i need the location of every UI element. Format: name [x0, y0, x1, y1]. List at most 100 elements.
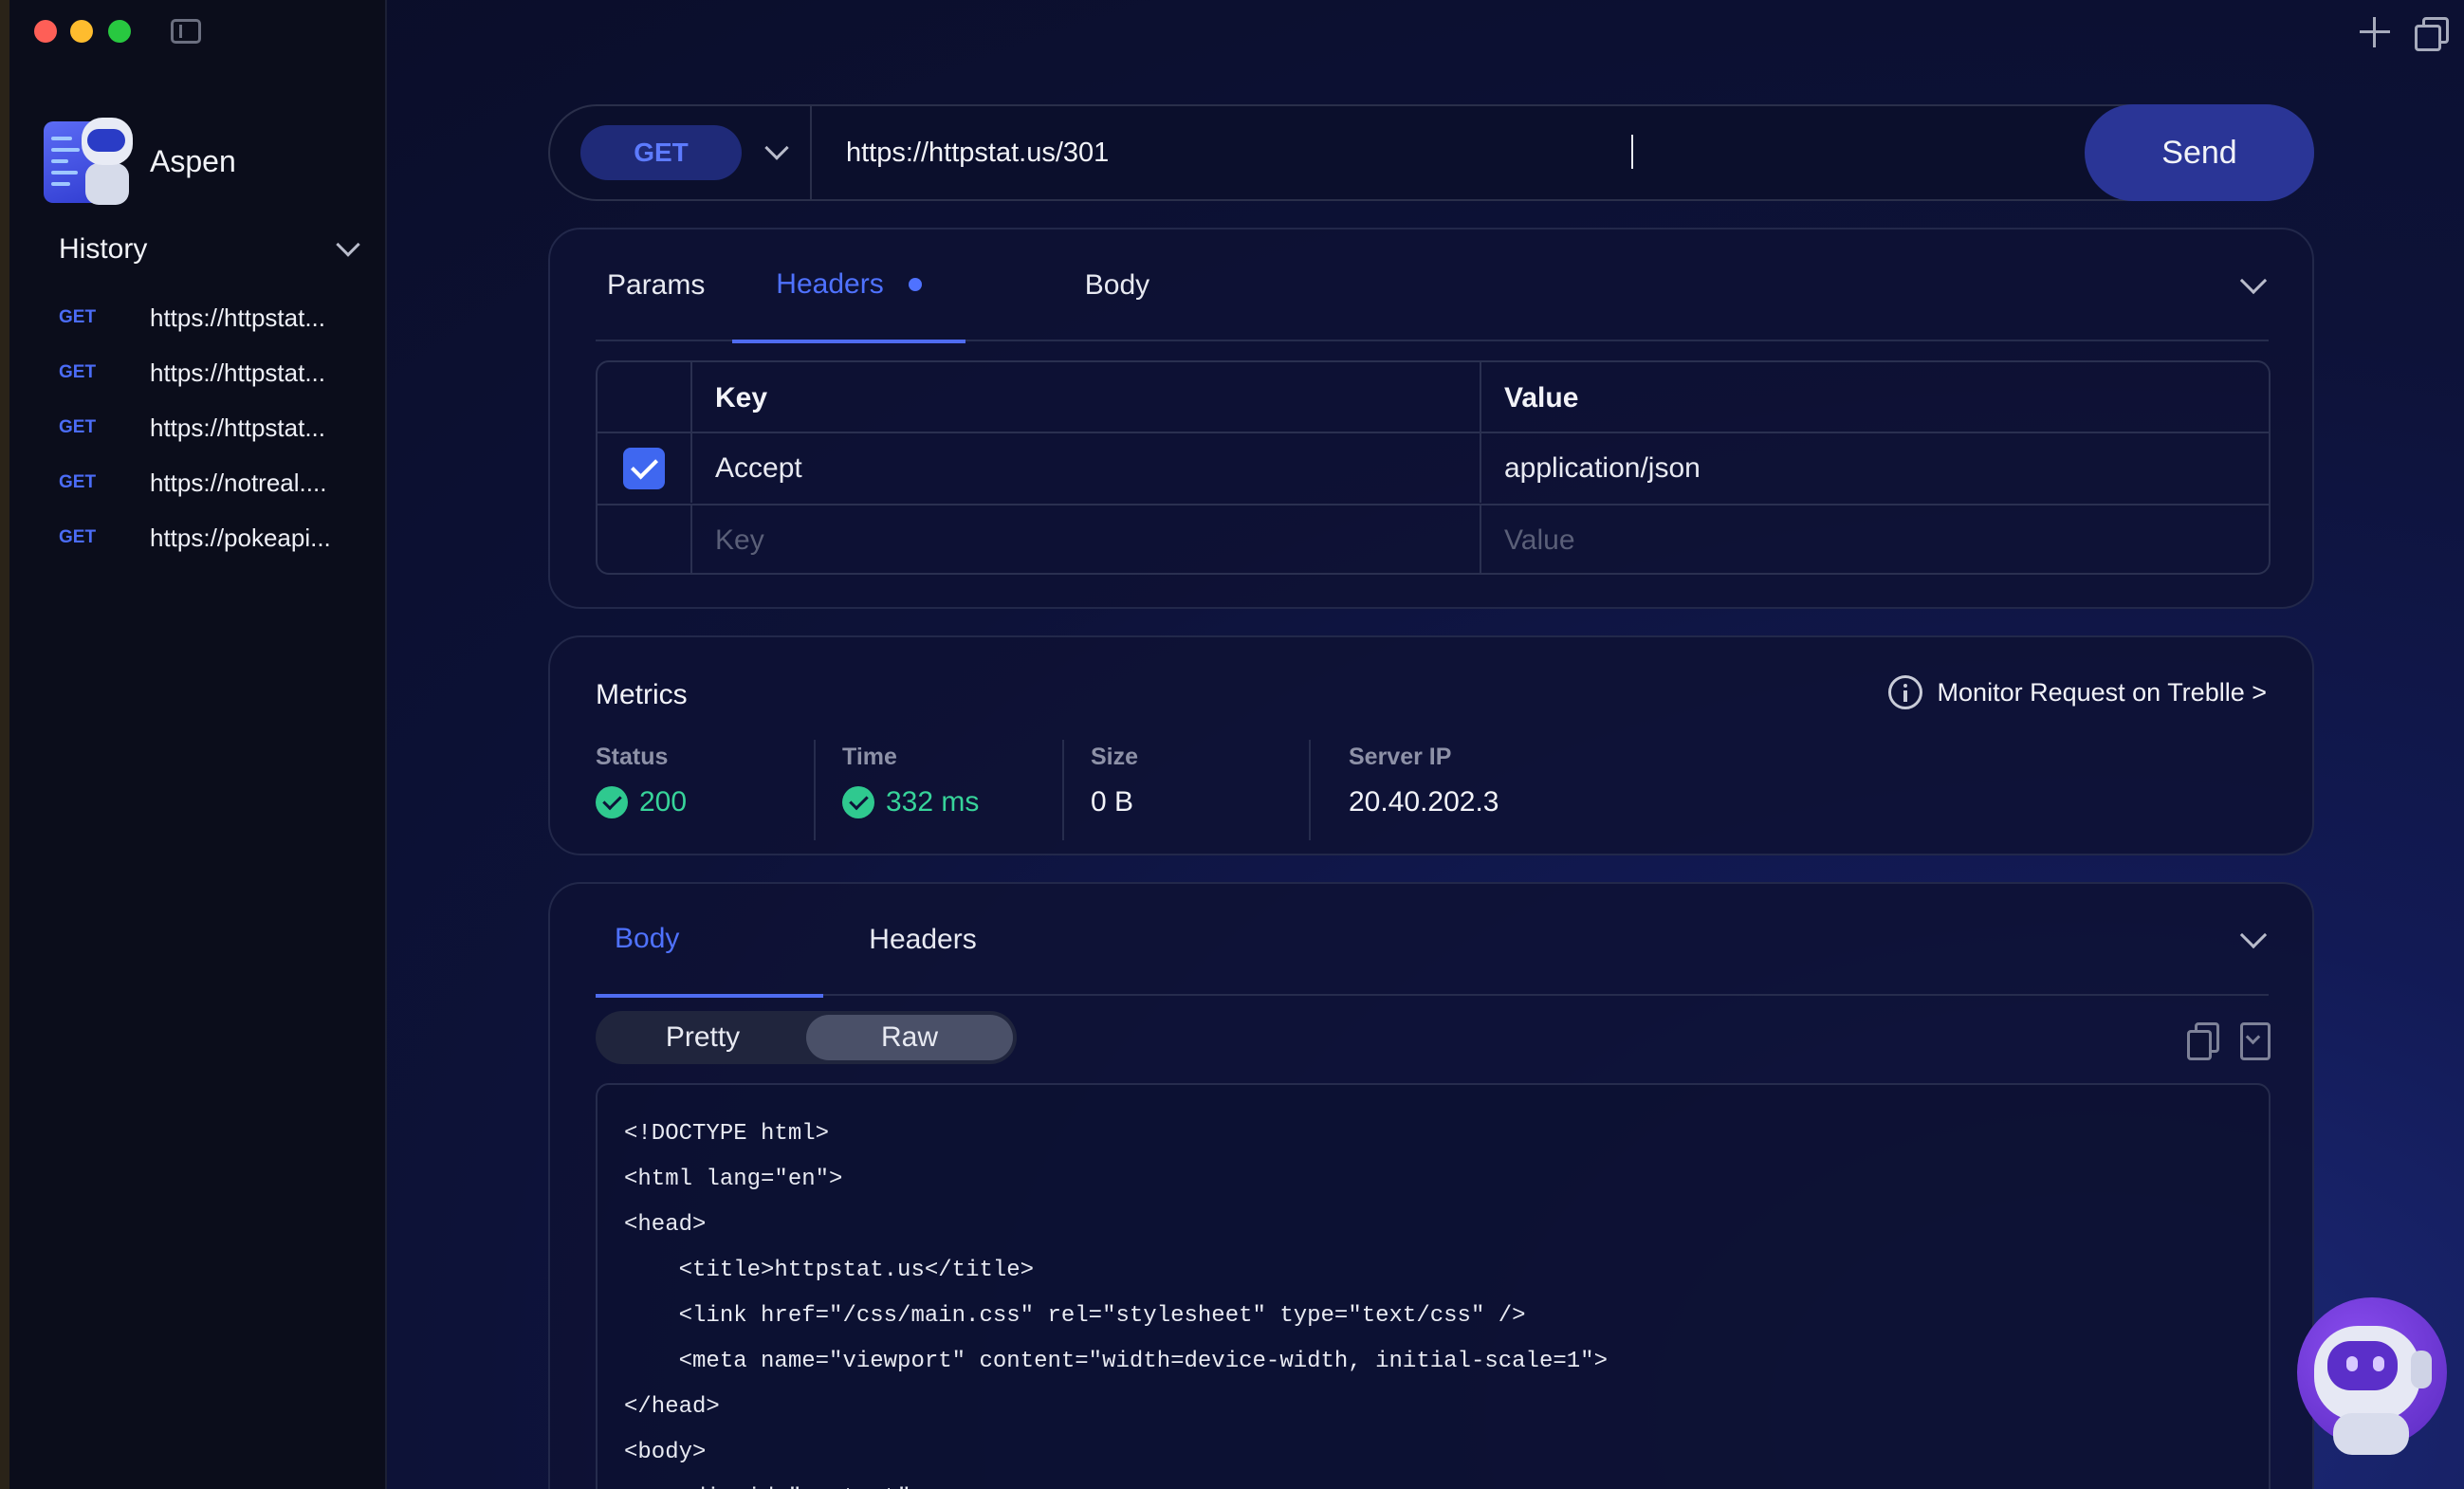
table-row-new	[598, 504, 2269, 573]
history-method: GET	[59, 417, 97, 437]
method-select[interactable]: GET	[580, 125, 742, 180]
chevron-down-icon[interactable]	[764, 136, 789, 160]
code-line: <title>httpstat.us</title>	[624, 1258, 1035, 1283]
response-tabs: Body Headers	[596, 884, 2269, 998]
server-ip: 20.40.202.3	[1349, 786, 1499, 818]
history-title: History	[59, 233, 148, 265]
minimize-window-button[interactable]	[70, 20, 93, 43]
app-window: Aspen History GET https://httpstat... GE…	[9, 0, 2464, 1489]
history-item[interactable]: GET https://notreal....	[59, 455, 372, 510]
app-name: Aspen	[150, 143, 236, 178]
close-window-button[interactable]	[34, 20, 57, 43]
history-method: GET	[59, 362, 97, 382]
metric-label: Status	[596, 744, 669, 770]
pretty-toggle[interactable]: Pretty	[599, 1015, 806, 1060]
metric-divider	[1309, 740, 1311, 840]
new-value-cell	[1481, 506, 2269, 573]
text-caret	[1631, 135, 1633, 169]
header-value-cell[interactable]: application/json	[1481, 433, 2269, 503]
code-line: <div id="content">	[624, 1476, 2269, 1489]
new-value-input[interactable]	[1504, 524, 2196, 557]
metric-divider	[1062, 740, 1064, 840]
metric-divider	[814, 740, 816, 840]
download-icon[interactable]	[2238, 1022, 2271, 1060]
metric-server-ip: Server IP 20.40.202.3	[1349, 744, 1499, 838]
table-header-row: Key Value	[598, 362, 2269, 433]
tab-response-headers[interactable]: Headers	[833, 884, 1013, 996]
code-line: <!DOCTYPE html>	[624, 1121, 830, 1147]
tab-headers[interactable]: Headers	[732, 230, 965, 343]
unsaved-indicator-dot	[908, 278, 922, 291]
code-line: <body>	[624, 1440, 707, 1465]
new-request-plus-icon[interactable]	[2360, 17, 2390, 47]
history-url: https://httpstat...	[150, 413, 325, 442]
header-key: Accept	[715, 451, 802, 484]
sidebar-toggle-icon[interactable]	[171, 19, 201, 44]
new-key-input[interactable]	[715, 524, 1404, 557]
tab-label: Params	[607, 269, 706, 301]
response-body-code: <!DOCTYPE html> <html lang="en"> <head> …	[596, 1083, 2271, 1489]
checkbox-column-header	[598, 362, 692, 433]
assistant-mascot-icon[interactable]	[2286, 1297, 2453, 1464]
column-header-key: Key	[692, 362, 1481, 433]
copy-clipboard-icon[interactable]	[2187, 1022, 2219, 1060]
history-item[interactable]: GET https://pokeapi...	[59, 510, 372, 565]
raw-toggle[interactable]: Raw	[806, 1015, 1013, 1060]
info-icon	[1887, 675, 1922, 709]
history-item[interactable]: GET https://httpstat...	[59, 400, 372, 455]
history-method: GET	[59, 472, 97, 492]
chevron-down-icon[interactable]	[336, 232, 360, 257]
tab-label: Body	[1084, 269, 1150, 301]
history-list: GET https://httpstat... GET https://http…	[59, 290, 372, 565]
metric-label: Size	[1091, 744, 1139, 770]
monitor-link-label: Monitor Request on Treblle >	[1937, 677, 2267, 707]
history-url: https://pokeapi...	[150, 523, 331, 552]
header-key-cell[interactable]: Accept	[692, 433, 1481, 503]
history-header[interactable]: History	[59, 232, 362, 266]
metric-time: Time 332 ms	[842, 744, 979, 838]
metric-value: 0 B	[1091, 786, 1138, 818]
history-item[interactable]: GET https://httpstat...	[59, 290, 372, 345]
send-button[interactable]: Send	[2085, 104, 2314, 201]
metric-label: Time	[842, 744, 897, 770]
code-line: <link href="/css/main.css" rel="styleshe…	[624, 1303, 1526, 1329]
history-url: https://httpstat...	[150, 303, 325, 332]
history-item[interactable]: GET https://httpstat...	[59, 345, 372, 400]
request-url-bar: GET Send	[548, 104, 2314, 201]
metrics-panel: Metrics Monitor Request on Treblle > Sta…	[548, 635, 2314, 855]
new-key-cell	[692, 506, 1481, 573]
code-line: <meta name="viewport" content="width=dev…	[624, 1349, 1608, 1374]
code-line: </head>	[624, 1394, 720, 1420]
code-line: <html lang="en">	[624, 1167, 843, 1192]
sidebar: Aspen History GET https://httpstat... GE…	[9, 0, 387, 1489]
row-enabled-checkbox[interactable]	[623, 447, 665, 489]
history-method: GET	[59, 307, 97, 327]
monitor-request-link[interactable]: Monitor Request on Treblle >	[1887, 675, 2267, 709]
tab-label: Headers	[776, 268, 884, 300]
table-row: Accept application/json	[598, 432, 2269, 503]
tab-response-body[interactable]: Body	[596, 884, 823, 998]
response-size: 0 B	[1091, 786, 1134, 818]
metrics-title: Metrics	[596, 679, 688, 710]
code-line: <head>	[624, 1212, 707, 1238]
row-enabled-cell	[598, 433, 692, 503]
new-window-icon[interactable]	[2415, 17, 2449, 51]
response-panel: Body Headers Pretty Raw <!DOCTYPE html> …	[548, 882, 2314, 1489]
zoom-window-button[interactable]	[108, 20, 131, 43]
headers-table: Key Value Accept application/json	[596, 360, 2271, 575]
metric-status: Status 200	[596, 744, 687, 838]
aspen-logo-icon	[44, 118, 135, 205]
check-circle-icon	[596, 786, 628, 818]
tab-params[interactable]: Params	[596, 230, 719, 341]
tab-body[interactable]: Body	[1060, 230, 1174, 341]
row-enabled-cell	[598, 506, 692, 573]
desktop-edge	[0, 0, 9, 1489]
tab-label: Headers	[869, 924, 977, 955]
response-time: 332 ms	[886, 786, 980, 818]
metric-label: Server IP	[1349, 744, 1452, 770]
check-circle-icon	[842, 786, 874, 818]
metric-value: 332 ms	[842, 786, 979, 818]
column-header-value: Value	[1504, 381, 1579, 414]
metric-size: Size 0 B	[1091, 744, 1138, 838]
metric-value: 200	[596, 786, 687, 818]
